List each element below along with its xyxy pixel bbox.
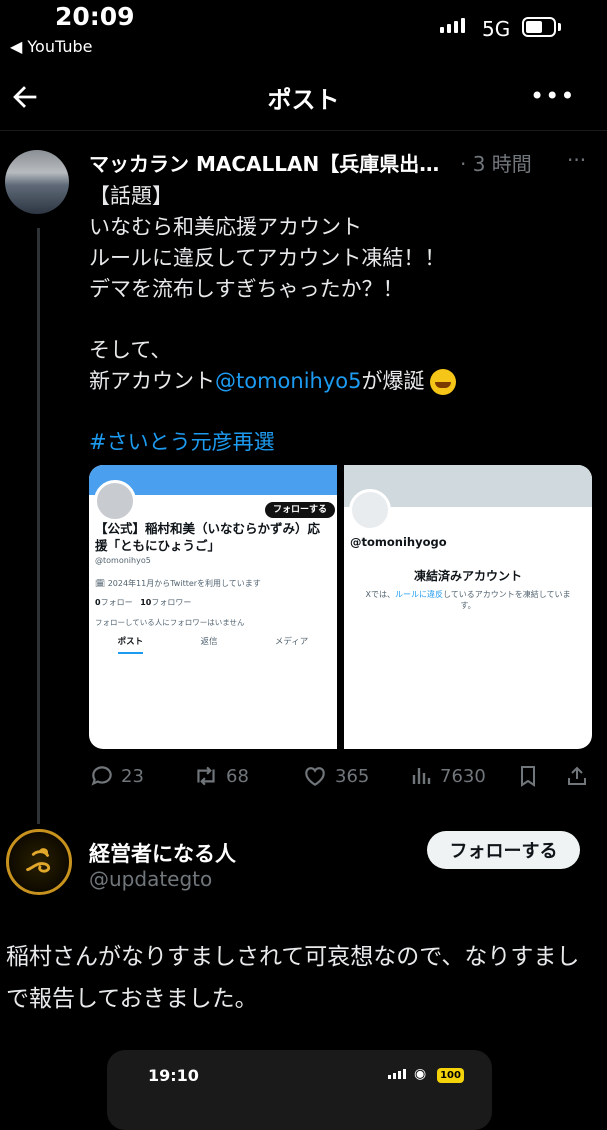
share-icon[interactable] [565, 763, 589, 789]
repost-count: 68 [226, 765, 249, 787]
attached-image[interactable] [107, 1050, 492, 1130]
reply-author-handle[interactable]: @updategto [89, 867, 212, 891]
repost-button[interactable]: 68 [192, 763, 249, 789]
profile-joined: 🗓 2024年11月からTwitterを利用しています [95, 579, 261, 588]
post-text-line: そして、 [89, 338, 172, 362]
views-button[interactable]: 7630 [410, 763, 486, 789]
views-count: 7630 [440, 765, 486, 787]
suspended-title: 凍結済みアカウント [413, 569, 522, 583]
reply-icon [91, 766, 112, 786]
post-text-line: 新アカウント@tomonihyo5が爆誕 [89, 365, 457, 395]
post-text-segment: 新アカウント [89, 369, 215, 393]
post-text-line: いなむら和美応援アカウント [89, 215, 362, 239]
profile-tabs: ポスト 返信 メディア [89, 635, 337, 655]
wifi-icon: ◉ [414, 1066, 427, 1082]
back-to-app-link[interactable]: ◀ YouTube [10, 37, 92, 56]
thread-line [37, 228, 40, 824]
avatar[interactable] [5, 150, 69, 214]
followers-label: フォロワー [151, 598, 192, 607]
embedded-signal-icon [388, 1069, 406, 1079]
attached-image-2[interactable]: @tomonihyogo 凍結済みアカウント Xでは、ルールに違反しているアカウ… [344, 465, 592, 749]
post-more-button[interactable]: ··· [567, 148, 586, 172]
battery-icon [522, 17, 556, 37]
more-options-button[interactable]: ••• [530, 82, 575, 110]
post-text-line: 【話題】 [89, 184, 173, 208]
post-text-line: ルールに違反してアカウント凍結！！ [89, 246, 446, 270]
mention-link[interactable]: @tomonihyo5 [215, 369, 361, 393]
profile-counts: 0フォロー 10フォロワー [95, 597, 191, 608]
dragon-logo-icon [26, 848, 51, 873]
header-divider [0, 130, 607, 131]
page-title: ポスト [267, 86, 340, 114]
heart-icon [305, 767, 325, 786]
tab-replies: 返信 [200, 637, 218, 647]
like-button[interactable]: 365 [301, 763, 369, 789]
suspended-description-text: Xでは、 [365, 590, 395, 599]
profile-avatar [349, 489, 391, 531]
profile-handle: @tomonihyo5 [95, 556, 151, 565]
embedded-time: 19:10 [148, 1066, 199, 1085]
post-timestamp: · 3 時間 [460, 152, 532, 176]
signal-icon [440, 18, 465, 33]
network-type: 5G [482, 17, 511, 41]
suspended-description: Xでは、ルールに違反しているアカウントを凍結しています。 [358, 589, 578, 611]
tab-posts: ポスト [117, 635, 144, 654]
status-time: 20:09 [55, 2, 135, 31]
reply-text: 稲村さんがなりすましされて可哀想なので、なりすましで報告しておきました。 [6, 944, 580, 1012]
image-follow-button: フォローする [265, 502, 336, 518]
reply-count: 23 [121, 765, 144, 787]
post-author-name[interactable]: マッカラン MACALLAN【兵庫県出… [89, 148, 439, 177]
embedded-battery: 100 [437, 1068, 464, 1083]
suspended-description-text: しているアカウントを凍結しています。 [442, 590, 571, 610]
rules-link: ルールに違反 [394, 590, 443, 599]
no-followers-note: フォローしている人にフォロワーはいません [95, 618, 245, 627]
post-text-segment: が爆誕 [361, 369, 425, 393]
attached-image-1[interactable]: フォローする 【公式】稲村和美（いなむらかずみ）応援「ともにひょうご」 @tom… [89, 465, 337, 749]
follow-button[interactable]: フォローする [427, 831, 580, 869]
tab-media: メディア [274, 637, 309, 647]
profile-name: 【公式】稲村和美（いなむらかずみ）応援「ともにひょうご」 [95, 521, 321, 553]
followers-count: 10 [140, 598, 152, 607]
bookmark-icon[interactable] [516, 763, 540, 789]
rofl-emoji-icon [430, 369, 457, 395]
profile-avatar [94, 480, 136, 522]
reply-button[interactable]: 23 [89, 763, 144, 789]
repost-icon [197, 766, 215, 786]
profile-handle: @tomonihyogo [350, 535, 447, 549]
views-icon [412, 768, 431, 784]
reply-author-name[interactable]: 経営者になる人 [89, 838, 236, 868]
following-label: フォロー [100, 598, 133, 607]
battery-tip [558, 23, 561, 31]
like-count: 365 [335, 765, 370, 787]
post-text-line: デマを流布しすぎちゃったか？！ [89, 277, 404, 301]
hashtag-link[interactable]: #さいとう元彦再選 [89, 426, 275, 456]
